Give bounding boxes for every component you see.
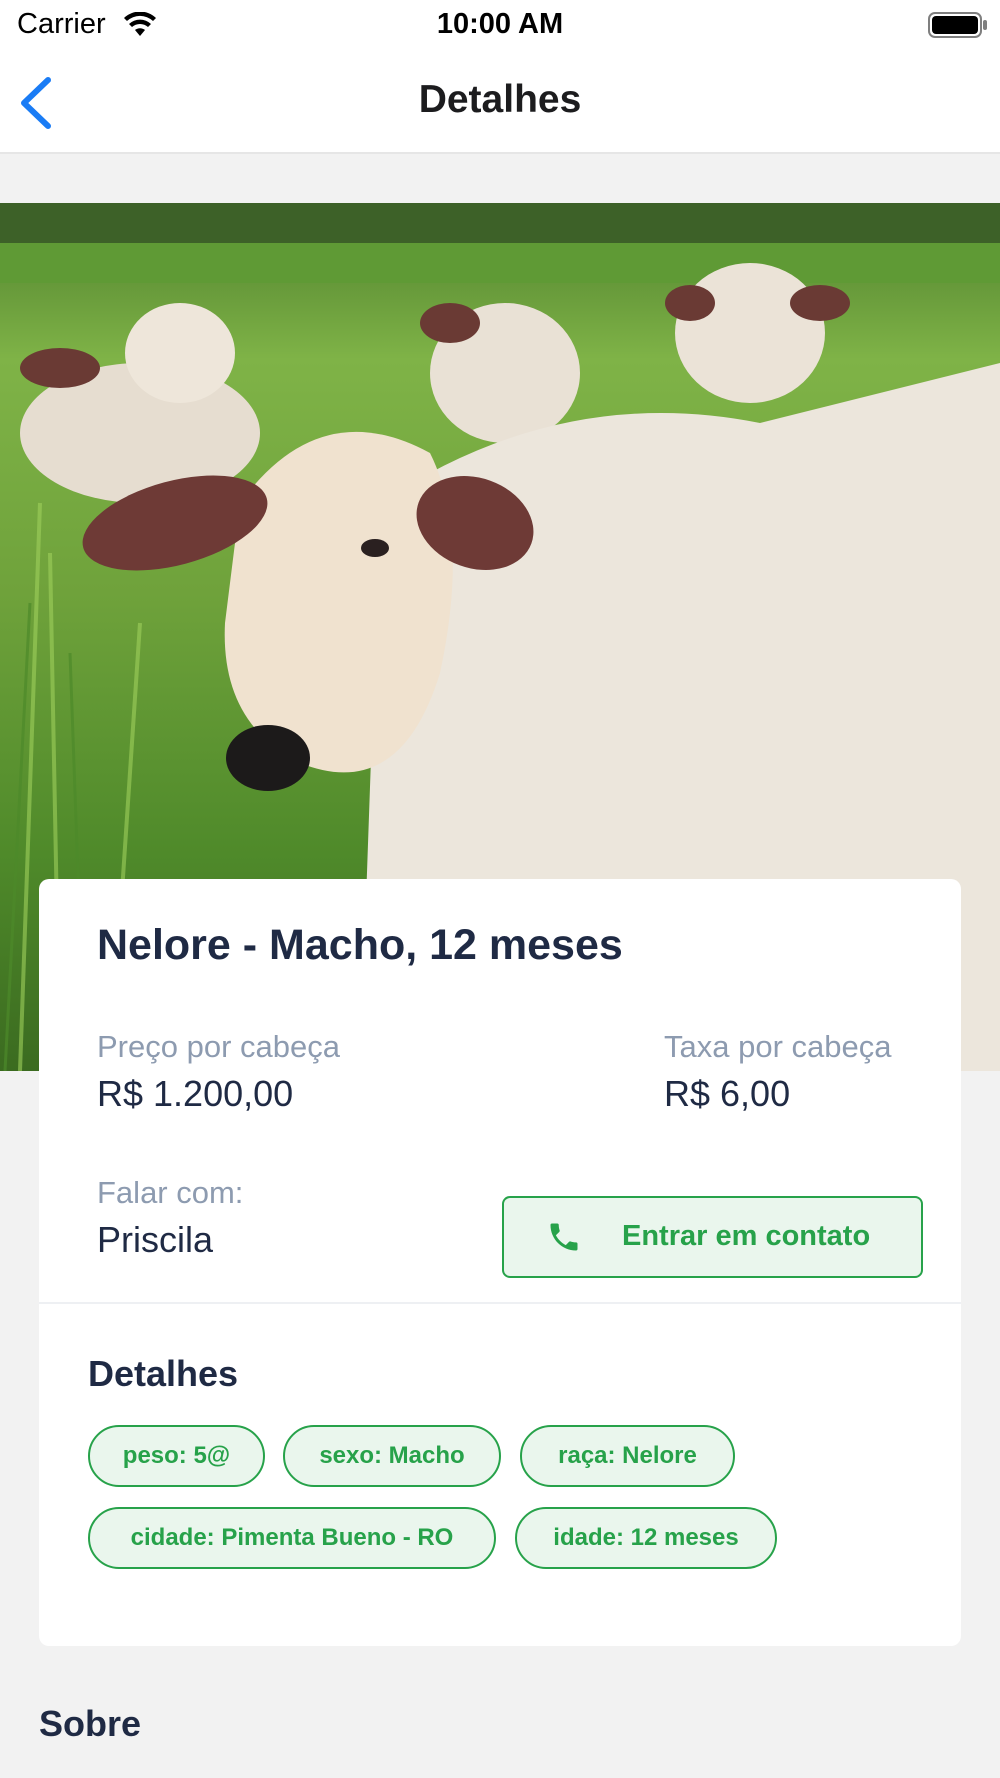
divider xyxy=(39,1302,961,1304)
listing-title: Nelore - Macho, 12 meses xyxy=(97,921,623,969)
listing-card: Nelore - Macho, 12 meses Preço por cabeç… xyxy=(39,879,961,1646)
page-title: Detalhes xyxy=(418,78,582,121)
navigation-bar: Detalhes xyxy=(0,52,1000,154)
chip-peso: peso: 5@ xyxy=(88,1425,265,1487)
battery-icon xyxy=(928,12,987,38)
chip-idade: idade: 12 meses xyxy=(515,1507,777,1569)
status-bar: Carrier 10:00 AM xyxy=(0,0,1000,52)
chip-sexo: sexo: Macho xyxy=(283,1425,501,1487)
contact-label: Falar com: xyxy=(97,1175,244,1210)
contact-button[interactable]: Entrar em contato xyxy=(502,1196,923,1278)
price-value: R$ 1.200,00 xyxy=(97,1073,294,1114)
contact-name: Priscila xyxy=(97,1219,214,1260)
contact-button-label: Entrar em contato xyxy=(622,1220,871,1252)
chip-raca: raça: Nelore xyxy=(520,1425,735,1487)
about-heading: Sobre xyxy=(39,1703,142,1744)
price-label: Preço por cabeça xyxy=(97,1029,340,1064)
chip-cidade: cidade: Pimenta Bueno - RO xyxy=(88,1507,496,1569)
phone-icon xyxy=(550,1223,578,1251)
fee-value: R$ 6,00 xyxy=(664,1073,791,1114)
details-heading: Detalhes xyxy=(88,1353,239,1394)
fee-label: Taxa por cabeça xyxy=(664,1029,892,1064)
status-time: 10:00 AM xyxy=(436,8,564,40)
